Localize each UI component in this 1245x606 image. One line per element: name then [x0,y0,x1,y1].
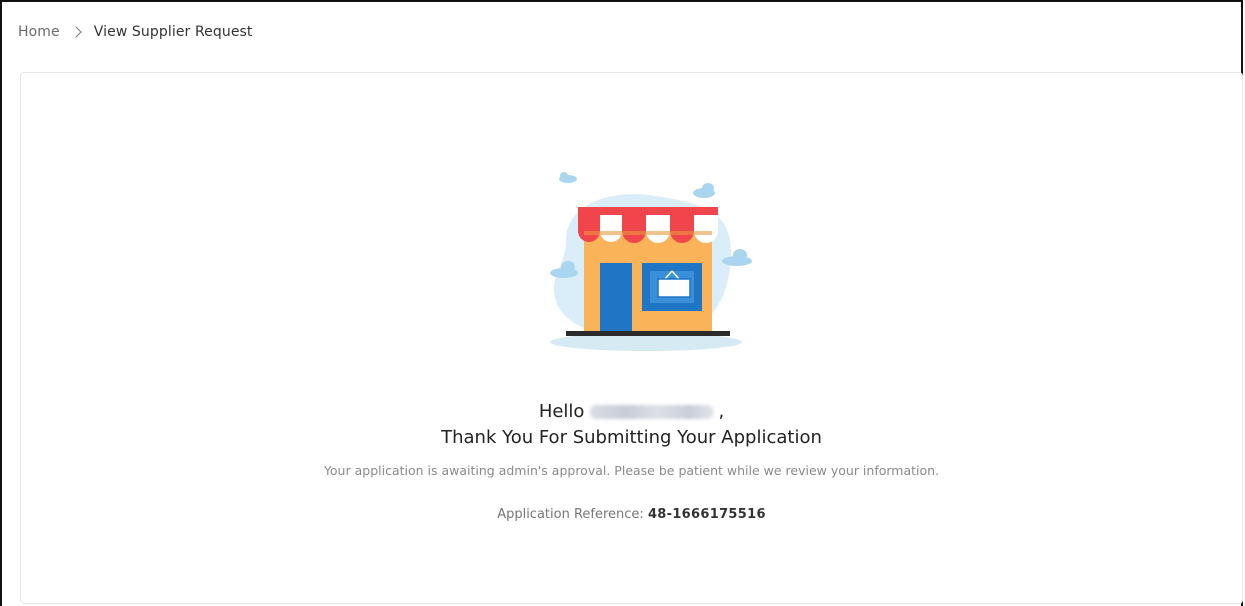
confirmation-title: Thank You For Submitting Your Applicatio… [441,427,822,448]
reference-label: Application Reference: [497,507,644,522]
chevron-right-icon [70,26,82,38]
storefront-door [600,263,632,331]
window-sign [657,278,691,298]
breadcrumb-home-link[interactable]: Home [18,24,60,40]
storefront-base [566,331,730,336]
confirmation-card: Hello, Thank You For Submitting Your App… [20,72,1243,604]
reference-value: 48-1666175516 [647,507,766,522]
greeting-suffix: , [718,401,725,422]
application-reference: Application Reference: 48-1666175516 [21,507,1242,522]
storefront-illustration [550,172,752,351]
breadcrumb: Home View Supplier Request [18,24,253,40]
greeting: Hello, [21,401,1242,422]
approval-status-text: Your application is awaiting admin's app… [323,463,940,478]
breadcrumb-current: View Supplier Request [93,24,253,40]
greeting-prefix: Hello [538,401,585,422]
page-frame: Home View Supplier Request Hello , Thank… [0,0,1243,606]
redacted-user-name [590,405,715,419]
